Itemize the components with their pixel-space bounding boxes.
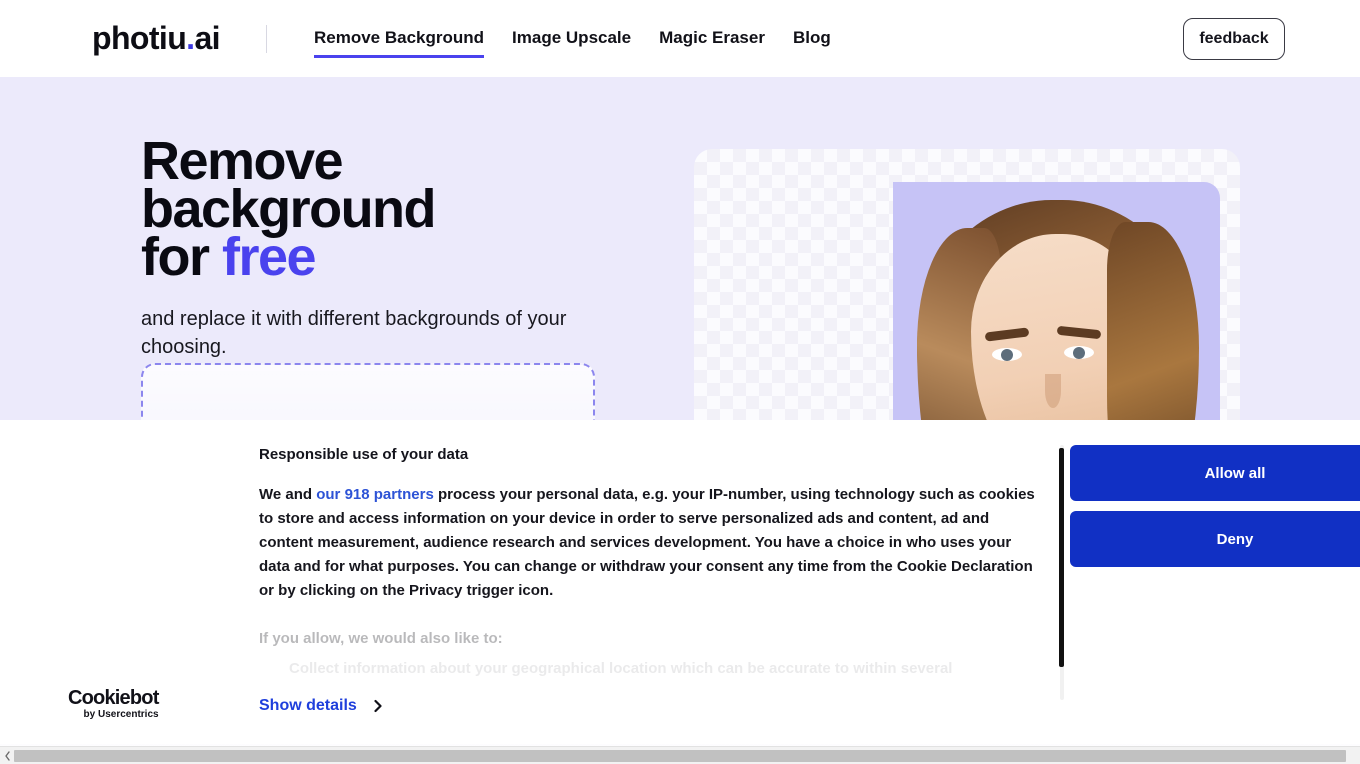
logo-text-after: ai xyxy=(194,20,220,56)
hero-title-accent-free: free xyxy=(222,227,317,287)
page-root: photiu.ai Remove Background Image Upscal… xyxy=(0,0,1360,764)
cookie-banner-body: We and our 918 partners process your per… xyxy=(259,483,1041,603)
portrait-eye-right xyxy=(1064,346,1094,359)
hero-subtitle: and replace it with different background… xyxy=(141,308,567,358)
nav-label: Image Upscale xyxy=(512,28,632,47)
cookie-banner-heading: Responsible use of your data xyxy=(259,446,469,463)
cookie-body-prefix: We and xyxy=(259,486,317,503)
cookiebot-brand-name: Cookiebot xyxy=(68,687,159,709)
cookie-banner-actions: Allow all Deny xyxy=(1070,445,1360,577)
cookie-banner-text-area: Responsible use of your data We and our … xyxy=(259,445,1049,700)
nav-label: Remove Background xyxy=(314,28,485,47)
nav-item-remove-background[interactable]: Remove Background xyxy=(314,26,485,58)
cookie-banner-subheading: If you allow, we would also like to: xyxy=(259,630,503,647)
deny-button[interactable]: Deny xyxy=(1070,511,1360,567)
feedback-button[interactable]: feedback xyxy=(1183,18,1285,60)
site-header: photiu.ai Remove Background Image Upscal… xyxy=(0,0,1360,77)
portrait-nose xyxy=(1045,374,1061,408)
chevron-left-icon[interactable] xyxy=(2,750,13,762)
site-logo[interactable]: photiu.ai xyxy=(92,19,221,57)
nav-item-magic-eraser[interactable]: Magic Eraser xyxy=(659,26,765,58)
horizontal-scrollbar-thumb[interactable] xyxy=(14,750,1346,762)
cookie-consent-banner: Responsible use of your data We and our … xyxy=(0,420,1360,744)
horizontal-scrollbar[interactable] xyxy=(0,746,1360,764)
show-details-button[interactable]: Show details xyxy=(259,697,385,715)
hero-title-line-3-prefix: for xyxy=(141,227,222,287)
cookiebot-logo: Cookiebot by Usercentrics xyxy=(68,688,159,720)
cookie-banner-faded-item: Collect information about your geographi… xyxy=(289,660,953,677)
logo-text-before: photiu xyxy=(92,20,187,56)
show-details-label: Show details xyxy=(259,697,357,714)
nav-label: Blog xyxy=(792,28,831,47)
nav-item-image-upscale[interactable]: Image Upscale xyxy=(512,26,631,58)
allow-all-button[interactable]: Allow all xyxy=(1070,445,1360,501)
portrait-eye-left xyxy=(992,348,1022,361)
cookiebot-brand-tagline: by Usercentrics xyxy=(83,709,159,720)
partners-link[interactable]: our 918 partners xyxy=(316,486,434,503)
hero-title: Remove background for free xyxy=(141,134,661,284)
cookie-text-scrollbar-thumb[interactable] xyxy=(1059,448,1064,667)
chevron-right-icon xyxy=(371,699,385,713)
nav-item-blog[interactable]: Blog xyxy=(793,26,831,58)
nav-label: Magic Eraser xyxy=(659,28,765,47)
header-divider xyxy=(266,25,267,53)
main-nav: Remove Background Image Upscale Magic Er… xyxy=(314,26,831,58)
